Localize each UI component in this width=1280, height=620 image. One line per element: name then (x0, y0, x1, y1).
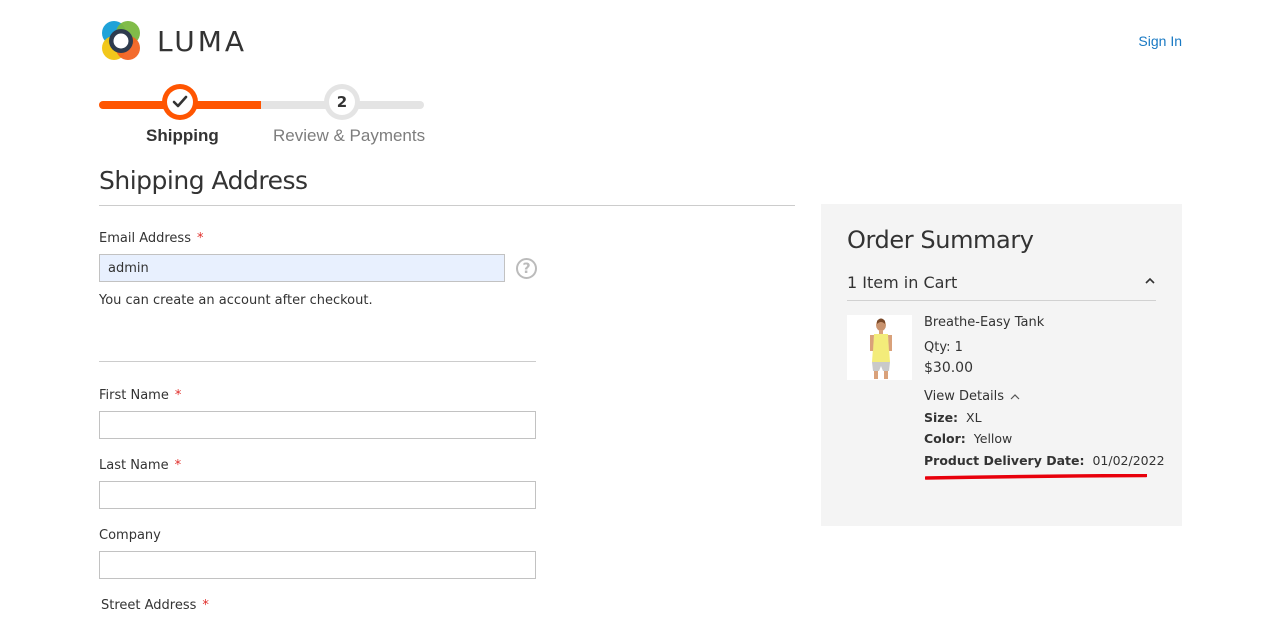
view-details-label: View Details (924, 389, 1005, 404)
help-icon[interactable]: ? (516, 258, 537, 279)
last-name-field[interactable] (99, 481, 536, 509)
chevron-up-icon (1010, 393, 1020, 399)
email-label: Email Address * (99, 231, 204, 246)
cart-item-count[interactable]: 1 Item in Cart (847, 273, 957, 292)
option-size: Size: XL (924, 410, 982, 425)
luma-logo-icon (102, 21, 140, 60)
company-label: Company (99, 528, 161, 543)
step-shipping-label[interactable]: Shipping (146, 126, 219, 146)
company-field[interactable] (99, 551, 536, 579)
email-field[interactable] (99, 254, 505, 282)
tank-top-product-photo (847, 315, 912, 380)
product-image (847, 315, 912, 380)
product-name: Breathe-Easy Tank (924, 315, 1045, 330)
product-price: $30.00 (924, 360, 973, 376)
summary-divider (847, 300, 1156, 301)
step-review-label: Review & Payments (273, 126, 426, 145)
first-name-field[interactable] (99, 411, 536, 439)
checkmark-icon (172, 95, 188, 108)
option-delivery-date: Product Delivery Date: 01/02/2022 (924, 453, 1165, 468)
required-marker: * (174, 388, 182, 403)
section-divider (99, 205, 795, 206)
view-details-toggle[interactable]: View Details (924, 389, 1021, 404)
required-marker: * (174, 458, 182, 473)
account-note: You can create an account after checkout… (99, 293, 373, 308)
step-review-number: 2 (329, 89, 355, 115)
required-marker: * (202, 598, 209, 613)
sign-in-link[interactable]: Sign In (1138, 33, 1182, 49)
chevron-up-icon[interactable] (1143, 274, 1157, 288)
product-qty: Qty: 1 (924, 340, 963, 355)
shipping-address-title: Shipping Address (99, 166, 308, 195)
luma-logo[interactable]: LUMA (99, 19, 249, 63)
annotation-underline (925, 474, 1147, 480)
logo-text: LUMA (157, 24, 248, 58)
order-summary-panel: Order Summary 1 Item in Cart Breathe-Eas… (821, 204, 1182, 526)
required-marker: * (196, 231, 204, 246)
form-divider (99, 361, 536, 362)
first-name-label: First Name * (99, 388, 182, 403)
checkout-progress-bar: 2 Shipping Review & Payments (99, 84, 429, 154)
option-color: Color: Yellow (924, 431, 1013, 446)
step-shipping-indicator[interactable] (162, 84, 198, 120)
street-address-label: Street Address * (101, 598, 209, 613)
order-summary-title: Order Summary (847, 226, 1034, 254)
last-name-label: Last Name * (99, 458, 182, 473)
step-review-indicator: 2 (324, 84, 360, 120)
